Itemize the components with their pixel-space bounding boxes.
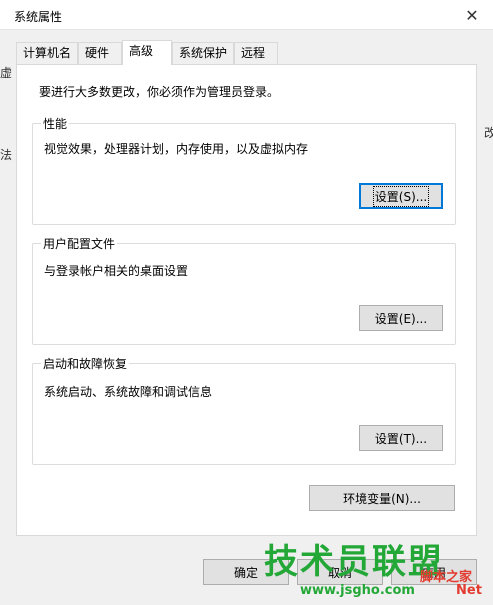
admin-notice: 要进行大多数更改，你必须作为管理员登录。 [39,85,280,99]
window-title: 系统属性 [14,10,63,24]
performance-group: 性能 视觉效果，处理器计划，内存使用，以及虚拟内存 设置(S)... [32,115,456,225]
watermark-url: www.jsgho.com [300,583,415,598]
tab-remote[interactable]: 远程 [234,42,278,64]
startup-recovery-label: 启动和故障恢复 [41,355,130,372]
performance-settings-button[interactable]: 设置(S)... [359,183,443,209]
startup-recovery-group: 启动和故障恢复 系统启动、系统故障和调试信息 设置(T)... [32,355,456,465]
background-fragment: 虚 [0,66,13,80]
window-titlebar: 系统属性 ✕ [0,0,493,30]
close-icon[interactable]: ✕ [461,4,483,26]
tab-hardware[interactable]: 硬件 [78,42,122,64]
watermark-net: Net [456,583,482,598]
user-profiles-settings-button[interactable]: 设置(E)... [359,305,443,331]
user-profiles-desc: 与登录帐户相关的桌面设置 [44,264,189,278]
environment-variables-button[interactable]: 环境变量(N)... [309,485,455,511]
background-fragment: 改 [484,126,493,140]
background-fragment: 法 [0,148,13,162]
performance-label: 性能 [41,115,70,132]
startup-recovery-settings-button[interactable]: 设置(T)... [359,425,443,451]
advanced-panel: 要进行大多数更改，你必须作为管理员登录。 性能 视觉效果，处理器计划，内存使用，… [16,64,477,536]
tab-advanced[interactable]: 高级 [122,40,172,65]
watermark-logo: 技术员联盟 [264,542,444,582]
performance-desc: 视觉效果，处理器计划，内存使用，以及虚拟内存 [44,142,309,156]
user-profiles-label: 用户配置文件 [41,235,118,252]
tab-computer-name[interactable]: 计算机名 [16,42,78,64]
startup-recovery-desc: 系统启动、系统故障和调试信息 [44,385,213,399]
user-profiles-group: 用户配置文件 与登录帐户相关的桌面设置 设置(E)... [32,235,456,345]
tab-system-protection[interactable]: 系统保护 [172,42,234,64]
